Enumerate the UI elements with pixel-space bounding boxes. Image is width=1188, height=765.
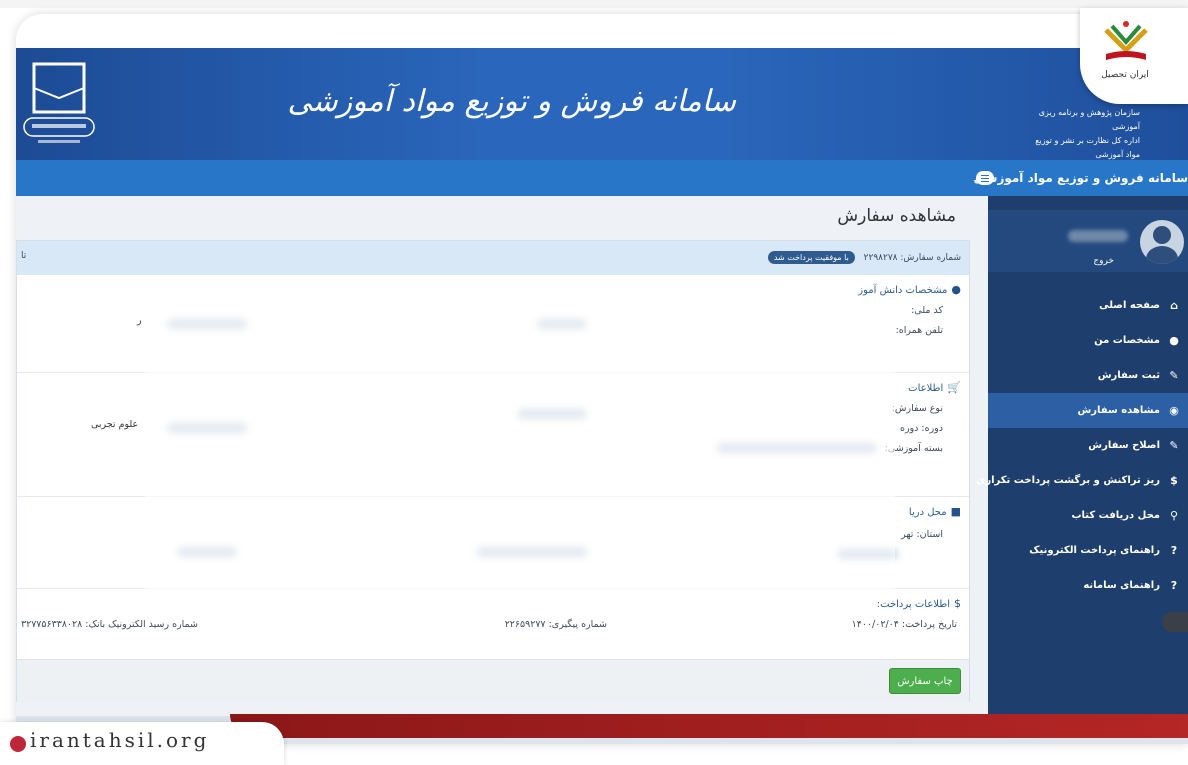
sidebar-item[interactable]: ? راهنمای پرداخت الکترونیک [988, 533, 1188, 568]
edit-icon: ✎ [1169, 439, 1179, 452]
sidebar-item-label: اصلاح سفارش [1088, 440, 1160, 451]
eye-icon: ◉ [1169, 404, 1179, 417]
mobile-label: تلفن همراه: [895, 325, 943, 336]
delivery-section-title: ■محل دریا [908, 505, 961, 518]
bank-receipt: شماره رسید الکترونیک بانک: ۳۲۷۷۵۶۳۳۸۰۲۸ [21, 619, 198, 630]
sidebar-item-label: محل دریافت کتاب [1071, 510, 1160, 521]
course-label: دوره: دوره [900, 423, 943, 434]
screenshot-stage: سامانه فروش و توزیع مواد آموزشی سازمان پ… [0, 0, 1188, 765]
decorative-red-strip [230, 714, 1188, 738]
payment-date-label: تاریخ پرداخت: [901, 619, 957, 630]
tracking-number: شماره پیگیری: ۲۲۶۵۹۲۷۷ [505, 619, 607, 630]
brand-logo-card: ایران تحصیل [1080, 8, 1188, 104]
payment-section-title: $اطلاعات پرداخت: [876, 597, 961, 610]
sidebar: خروج ⌂ صفحه اصلی ● مشخصات من ✎ ثبت سفارش ◉ مشاه… [976, 196, 1188, 716]
top-edge [0, 0, 1188, 8]
logout-link[interactable]: خروج [1093, 256, 1114, 266]
sidebar-item[interactable]: ✎ اصلاح سفارش [988, 428, 1188, 463]
order-panel-header: شماره سفارش: ۲۲۹۸۲۷۸ با موفقیت پرداخت شد… [17, 241, 969, 275]
main-content: مشاهده سفارش شماره سفارش: ۲۲۹۸۲۷۸ با موف… [16, 196, 988, 716]
tracking-number-label: شماره پیگیری: [548, 619, 607, 630]
order-number-value: ۲۲۹۸۲۷۸ [863, 253, 898, 263]
page-title: مشاهده سفارش [837, 206, 956, 226]
dollar-icon: $ [954, 597, 961, 610]
national-code-label: کد ملی: [911, 305, 943, 316]
user-icon: ● [951, 283, 961, 296]
sidebar-item[interactable]: ✎ ثبت سفارش [988, 358, 1188, 393]
sidebar-item-label: صفحه اصلی [1099, 300, 1160, 311]
status-badge: با موفقیت پرداخت شد [767, 251, 855, 264]
sidebar-item[interactable]: ⌂ صفحه اصلی [988, 288, 1188, 323]
sidebar-item-label: ثبت سفارش [1097, 370, 1160, 381]
tracking-number-value: ۲۲۶۵۹۲۷۷ [504, 619, 546, 630]
sidebar-item-label: ریز تراکنش و برگشت پرداخت تکراری [976, 475, 1160, 486]
order-number: شماره سفارش: ۲۲۹۸۲۷۸ با موفقیت پرداخت شد [767, 251, 961, 264]
sidebar-item-label: راهنمای سامانه [1083, 580, 1160, 591]
bank-receipt-value: ۳۲۷۷۵۶۳۳۸۰۲۸ [21, 619, 83, 630]
order-type-label: نوع سفارش: [891, 403, 943, 414]
home-icon: ⌂ [1170, 299, 1178, 312]
redaction-overlay [145, 309, 895, 629]
org-line-2: اداره کل نظارت بر نشر و توزیع مواد آموزش… [1035, 136, 1140, 159]
sidebar-item-label: مشاهده سفارش [1077, 405, 1160, 416]
sidebar-item[interactable]: ◉ مشاهده سفارش [988, 393, 1188, 428]
cart-icon: 🛒 [947, 381, 961, 394]
sidebar-item-label: راهنمای پرداخت الکترونیک [1029, 545, 1160, 556]
sidebar-item[interactable]: $ ریز تراکنش و برگشت پرداخت تکراری [976, 463, 1188, 498]
bank-receipt-label: شماره رسید الکترونیک بانک: [85, 619, 199, 630]
order-panel: شماره سفارش: ۲۲۹۸۲۷۸ با موفقیت پرداخت شد… [16, 240, 970, 702]
sidebar-menu: ⌂ صفحه اصلی ● مشخصات من ✎ ثبت سفارش ◉ مشاهده سف… [976, 288, 1188, 603]
field-of-study-value: علوم تجربی [91, 419, 139, 430]
payment-section: $اطلاعات پرداخت: تاریخ پرداخت: ۱۴۰۰/۰۲/۰… [17, 589, 969, 659]
edit-icon: ✎ [1169, 369, 1179, 382]
sidebar-item[interactable]: ? راهنمای سامانه [988, 568, 1188, 603]
brand-name: ایران تحصیل [1101, 70, 1149, 80]
sidebar-item[interactable]: ● مشخصات من [988, 323, 1188, 358]
location-icon: ⚲ [1169, 509, 1179, 522]
province-label: استان: تهر [901, 529, 943, 540]
order-number-label: شماره سفارش: [900, 253, 961, 263]
print-order-button[interactable]: چاپ سفارش [889, 668, 961, 694]
brand-logo-icon [1104, 21, 1148, 60]
panel-footer: چاپ سفارش [17, 659, 969, 702]
book-icon: ■ [950, 505, 961, 518]
user-icon: ● [1169, 334, 1179, 347]
organization-logo [23, 62, 95, 143]
dollar-icon: $ [1170, 474, 1178, 487]
top-navbar: سامانه فروش و توزیع مواد آموزشی [16, 160, 1188, 196]
menu-toggle-icon[interactable] [976, 171, 994, 185]
payment-date: تاریخ پرداخت: ۱۴۰۰/۰۲/۰۴ [852, 619, 957, 630]
student-section-title: ●مشخصات دانش آموز [858, 283, 961, 296]
help-icon: ? [1170, 544, 1178, 557]
collapse-handle[interactable] [1162, 612, 1188, 632]
payment-date-value: ۱۴۰۰/۰۲/۰۴ [851, 619, 899, 630]
user-name-redacted [1068, 230, 1128, 242]
watermark-text: irantahsil.org [30, 728, 210, 752]
browser-page: سامانه فروش و توزیع مواد آموزشی سازمان پ… [16, 14, 1188, 744]
sidebar-item-label: مشخصات من [1094, 335, 1160, 346]
banner-top-strip [16, 14, 1188, 48]
navbar-title[interactable]: سامانه فروش و توزیع مواد آموزشی [974, 160, 1188, 196]
user-box: خروج [988, 210, 1188, 272]
sidebar-item[interactable]: ⚲ محل دریافت کتاب [988, 498, 1188, 533]
avatar [1140, 220, 1184, 264]
header-left-fragment: تا [21, 251, 27, 261]
help-icon: ? [1170, 579, 1178, 592]
globe-icon [10, 736, 26, 752]
student-left-fragment: ر [137, 315, 142, 326]
order-section-title: 🛒اطلاعات [908, 381, 961, 394]
org-line-1: سازمان پژوهش و برنامه ریزی آموزشی [1038, 108, 1140, 131]
watermark: irantahsil.org [0, 722, 284, 765]
organization-name: سازمان پژوهش و برنامه ریزی آموزشی اداره … [1020, 106, 1140, 162]
site-title: سامانه فروش و توزیع مواد آموزشی [287, 84, 736, 119]
